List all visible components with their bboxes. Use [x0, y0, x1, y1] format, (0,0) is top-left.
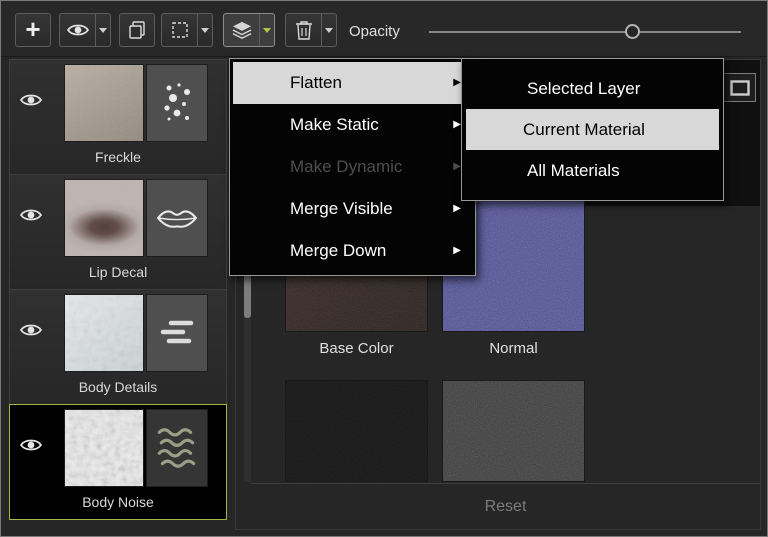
submenu-arrow-icon: ▶ — [453, 104, 461, 146]
layer-label: Lip Decal — [10, 264, 226, 280]
texture-overlay — [443, 381, 584, 481]
delete-layer-button[interactable] — [286, 14, 321, 46]
opacity-slider-track[interactable] — [429, 31, 741, 33]
submenu-arrow-icon: ▶ — [453, 230, 461, 272]
layer-mask-thumbnail[interactable] — [146, 294, 208, 372]
lips-mask-icon — [156, 205, 198, 231]
toggle-visibility-button[interactable] — [60, 14, 95, 46]
layer-operations-menu: Flatten ▶ Make Static ▶ Make Dynamic ▶ M… — [229, 58, 476, 276]
chevron-down-icon — [263, 28, 271, 33]
submenu-arrow-icon: ▶ — [453, 188, 461, 230]
layer-mask-thumbnail[interactable] — [146, 64, 208, 142]
material-card-label: Normal — [442, 340, 585, 357]
noise-mask-icon — [155, 424, 199, 472]
visibility-button-group — [59, 13, 111, 47]
layer-visibility-toggle[interactable] — [19, 436, 43, 459]
layer-panel: Freckle Lip Decal — [9, 59, 227, 522]
spatter-mask-icon — [159, 80, 195, 126]
menu-item-label: Make Static — [290, 115, 379, 134]
layer-thumbnail[interactable] — [64, 64, 144, 142]
delete-button-group — [285, 13, 337, 47]
menu-item-flatten[interactable]: Flatten ▶ — [233, 62, 472, 104]
add-layer-button[interactable]: + — [15, 13, 51, 47]
layer-item-lip-decal[interactable]: Lip Decal — [9, 174, 227, 290]
screen-view-button[interactable] — [723, 73, 756, 102]
selection-dropdown-arrow[interactable] — [197, 14, 212, 46]
plus-icon: + — [25, 16, 40, 42]
opacity-slider[interactable] — [429, 19, 741, 45]
menu-item-label: Flatten — [290, 73, 342, 92]
chevron-down-icon — [201, 28, 209, 33]
material-card[interactable] — [285, 380, 428, 482]
opacity-label: Opacity — [349, 23, 400, 40]
eye-icon — [19, 206, 43, 224]
eye-icon — [19, 321, 43, 339]
marquee-select-icon — [170, 20, 190, 40]
layer-item-body-details[interactable]: Body Details — [9, 289, 227, 405]
layer-thumbnail[interactable] — [64, 294, 144, 372]
submenu-arrow-icon: ▶ — [453, 146, 461, 188]
menu-item-label: Merge Down — [290, 241, 386, 260]
menu-item-label: Selected Layer — [527, 79, 640, 98]
menu-item-label: All Materials — [527, 161, 620, 180]
trash-icon — [295, 20, 313, 40]
layer-label: Freckle — [10, 149, 226, 165]
app-window: + — [0, 0, 768, 537]
strokes-mask-icon — [157, 317, 197, 349]
menu-item-make-dynamic: Make Dynamic ▶ — [230, 146, 475, 188]
duplicate-layer-button[interactable] — [119, 13, 155, 47]
menu-item-label: Current Material — [523, 120, 645, 139]
submenu-item-current-material[interactable]: Current Material — [466, 109, 719, 150]
layer-operations-button[interactable] — [224, 14, 259, 46]
texture-overlay — [286, 381, 427, 481]
delete-dropdown-arrow[interactable] — [321, 14, 336, 46]
layer-label: Body Details — [10, 379, 226, 395]
reset-button[interactable]: Reset — [251, 483, 760, 529]
texture-overlay — [65, 410, 143, 486]
material-card-label: Base Color — [285, 340, 428, 357]
visibility-dropdown-arrow[interactable] — [95, 14, 110, 46]
menu-item-merge-visible[interactable]: Merge Visible ▶ — [230, 188, 475, 230]
layer-visibility-toggle[interactable] — [19, 321, 43, 344]
selection-button-group — [161, 13, 213, 47]
menu-item-label: Make Dynamic — [290, 157, 402, 176]
layer-toolbar: + — [1, 1, 767, 57]
layer-operations-dropdown-arrow[interactable] — [259, 14, 274, 46]
layer-thumbnail[interactable] — [64, 409, 144, 487]
eye-icon — [19, 436, 43, 454]
flatten-submenu: Selected Layer Current Material All Mate… — [461, 58, 724, 201]
menu-item-make-static[interactable]: Make Static ▶ — [230, 104, 475, 146]
eye-icon — [19, 91, 43, 109]
layer-item-body-noise[interactable]: Body Noise — [9, 404, 227, 520]
layer-mask-thumbnail[interactable] — [146, 179, 208, 257]
texture-overlay — [65, 180, 143, 256]
submenu-item-selected-layer[interactable]: Selected Layer — [462, 68, 723, 109]
menu-item-merge-down[interactable]: Merge Down ▶ — [230, 230, 475, 272]
submenu-item-all-materials[interactable]: All Materials — [462, 150, 723, 191]
submenu-arrow-icon: ▶ — [453, 62, 461, 104]
texture-overlay — [65, 65, 143, 141]
opacity-slider-handle[interactable] — [625, 24, 640, 39]
texture-overlay — [65, 295, 143, 371]
layer-item-freckle[interactable]: Freckle — [9, 59, 227, 175]
layer-visibility-toggle[interactable] — [19, 206, 43, 229]
chevron-down-icon — [325, 28, 333, 33]
copy-icon — [127, 20, 147, 40]
layer-operations-button-group — [223, 13, 275, 47]
chevron-down-icon — [99, 28, 107, 33]
selection-button[interactable] — [162, 14, 197, 46]
eye-icon — [66, 21, 90, 39]
layer-mask-thumbnail[interactable] — [146, 409, 208, 487]
material-card[interactable] — [442, 380, 585, 482]
monitor-icon — [730, 80, 750, 96]
layers-icon — [231, 20, 253, 40]
layer-visibility-toggle[interactable] — [19, 91, 43, 114]
layer-label: Body Noise — [10, 494, 226, 510]
layer-thumbnail[interactable] — [64, 179, 144, 257]
menu-item-label: Merge Visible — [290, 199, 393, 218]
